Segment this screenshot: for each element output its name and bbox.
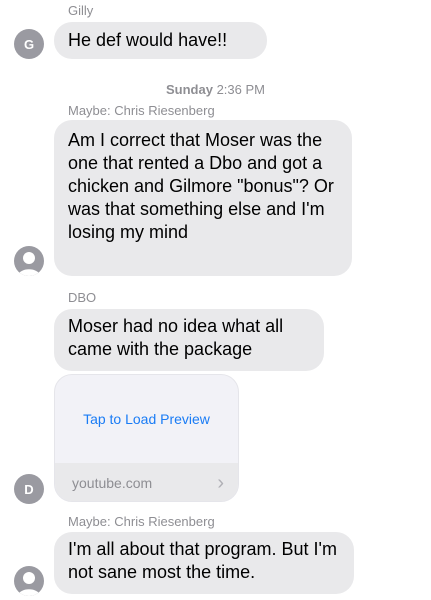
sender-name: DBO [68, 290, 97, 305]
avatar[interactable]: D [14, 474, 44, 504]
sender-name: Maybe: Chris Riesenberg [68, 514, 215, 529]
message-bubble[interactable]: Moser had no idea what all came with the… [54, 309, 324, 371]
tap-to-load-preview-link[interactable]: Tap to Load Preview [83, 411, 210, 427]
timestamp-day: Sunday [165, 82, 213, 97]
preview-domain: youtube.com [72, 475, 153, 491]
person-silhouette-icon [18, 252, 40, 276]
preview-footer[interactable]: youtube.com › [55, 463, 238, 501]
message-bubble[interactable]: I'm all about that program. But I'm not … [54, 532, 354, 594]
avatar[interactable]: G [14, 29, 44, 59]
message-bubble[interactable]: Am I correct that Moser was the one that… [54, 120, 352, 276]
timestamp-time: 2:36 PM [216, 82, 265, 97]
sender-name: Maybe: Chris Riesenberg [68, 103, 215, 118]
message-bubble[interactable]: He def would have!! [54, 22, 267, 59]
person-silhouette-icon [18, 572, 40, 596]
preview-image-area[interactable]: Tap to Load Preview [55, 375, 238, 463]
timestamp: Sunday 2:36 PM [0, 82, 431, 97]
avatar[interactable] [14, 566, 44, 596]
avatar[interactable] [14, 246, 44, 276]
chevron-right-icon: › [217, 472, 224, 494]
link-preview-card[interactable]: Tap to Load Preview youtube.com › [54, 374, 239, 502]
sender-name: Gilly [68, 3, 94, 18]
